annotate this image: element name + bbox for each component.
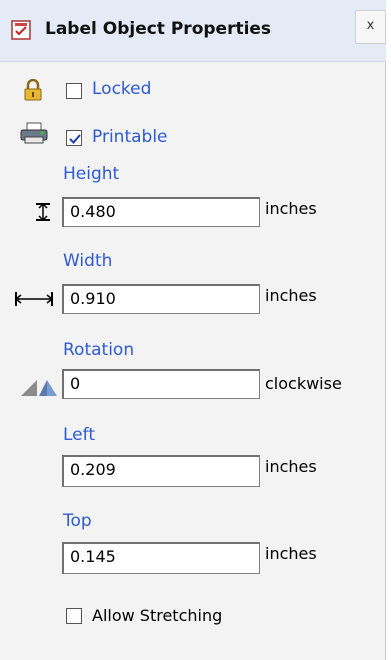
locked-label[interactable]: Locked — [92, 79, 151, 99]
width-input[interactable]: 0.910 — [62, 284, 260, 314]
allow-stretching-checkbox[interactable] — [66, 608, 82, 624]
height-icon — [36, 202, 50, 222]
rotation-input[interactable]: 0 — [62, 369, 260, 399]
allow-stretching-label[interactable]: Allow Stretching — [92, 606, 222, 625]
width-icon — [14, 292, 54, 306]
width-label: Width — [63, 251, 113, 271]
panel-title: Label Object Properties — [45, 19, 272, 39]
top-input[interactable]: 0.145 — [62, 542, 260, 574]
left-unit: inches — [265, 457, 317, 476]
checkmark-icon — [69, 134, 81, 144]
height-label: Height — [63, 164, 120, 184]
top-unit: inches — [265, 544, 317, 563]
rotation-unit: clockwise — [265, 374, 342, 393]
close-button[interactable]: x — [355, 10, 386, 44]
properties-panel: Label Object Properties x Locked Printab… — [0, 0, 386, 660]
rotation-label: Rotation — [63, 340, 135, 360]
width-unit: inches — [265, 286, 317, 305]
rotation-icon — [21, 380, 57, 396]
height-input[interactable]: 0.480 — [62, 197, 260, 227]
top-label: Top — [63, 511, 92, 531]
lock-icon — [24, 79, 42, 101]
printer-icon — [20, 122, 48, 144]
left-label: Left — [63, 425, 95, 445]
properties-icon — [11, 20, 31, 40]
left-input[interactable]: 0.209 — [62, 455, 260, 487]
printable-label[interactable]: Printable — [92, 127, 168, 147]
locked-checkbox[interactable] — [66, 83, 82, 99]
height-unit: inches — [265, 199, 317, 218]
printable-checkbox[interactable] — [66, 130, 82, 146]
panel-titlebar: Label Object Properties x — [0, 0, 386, 62]
